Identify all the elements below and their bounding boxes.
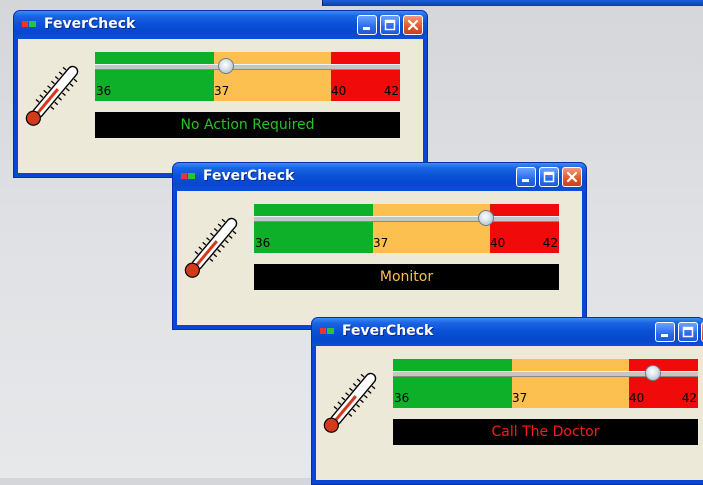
client-area: 36 37 40 42 No Action Required: [18, 39, 423, 173]
app-icon: [181, 173, 195, 179]
minimize-icon: [661, 334, 668, 337]
tick-label: 36: [394, 391, 410, 405]
zone-normal: [254, 204, 373, 253]
slider-thumb[interactable]: [217, 58, 234, 74]
window-title: FeverCheck: [44, 16, 136, 32]
status-display: Call The Doctor: [393, 419, 698, 445]
zone-normal: [95, 52, 214, 101]
client-area: 36 37 40 42 Monitor: [177, 191, 582, 325]
tick-label: 40: [629, 391, 645, 405]
close-button[interactable]: [403, 15, 423, 35]
tick-label: 42: [383, 84, 399, 98]
minimize-icon: [363, 27, 370, 30]
maximize-button[interactable]: [380, 15, 400, 35]
tick-label: 42: [681, 391, 697, 405]
maximize-button[interactable]: [539, 167, 559, 187]
thermometer-icon: [323, 372, 377, 433]
title-bar[interactable]: FeverCheck: [14, 11, 427, 39]
client-area: 36 37 40 42 Call The Doctor: [316, 346, 703, 480]
zone-normal: [393, 359, 512, 408]
fevercheck-window-3[interactable]: FeverCheck 36 37 40 42 Call The Doctor: [311, 317, 703, 485]
temperature-scale: 36 37 40 42: [393, 359, 698, 408]
thermometer-icon: [25, 65, 79, 126]
close-icon: [566, 171, 578, 183]
tick-label: 37: [512, 391, 528, 405]
fevercheck-window-2[interactable]: FeverCheck 36 37 40 42 Monitor: [172, 162, 587, 330]
minimize-button[interactable]: [655, 322, 675, 342]
minimize-button[interactable]: [516, 167, 536, 187]
maximize-icon: [682, 326, 694, 338]
temperature-scale: 36 37 40 42: [95, 52, 400, 101]
title-bar[interactable]: FeverCheck: [312, 318, 703, 346]
tick-label: 40: [331, 84, 347, 98]
close-icon: [407, 19, 419, 31]
app-icon: [22, 21, 36, 27]
window-title: FeverCheck: [342, 323, 434, 339]
zone-monitor: [512, 359, 629, 408]
window-title: FeverCheck: [203, 168, 295, 184]
zone-monitor: [373, 204, 490, 253]
close-button[interactable]: [562, 167, 582, 187]
tick-label: 37: [214, 84, 230, 98]
title-bar[interactable]: FeverCheck: [173, 163, 586, 191]
slider-track[interactable]: [95, 64, 400, 70]
maximize-icon: [543, 171, 555, 183]
maximize-button[interactable]: [678, 322, 698, 342]
tick-label: 36: [96, 84, 112, 98]
temperature-scale: 36 37 40 42: [254, 204, 559, 253]
minimize-icon: [522, 179, 529, 182]
background-window-edge: [322, 0, 703, 6]
maximize-icon: [384, 19, 396, 31]
status-display: Monitor: [254, 264, 559, 290]
tick-label: 36: [255, 236, 271, 250]
minimize-button[interactable]: [357, 15, 377, 35]
status-display: No Action Required: [95, 112, 400, 138]
slider-thumb[interactable]: [478, 210, 495, 226]
tick-label: 42: [542, 236, 558, 250]
slider-track[interactable]: [254, 216, 559, 222]
app-icon: [320, 328, 334, 334]
thermometer-icon: [184, 217, 238, 278]
tick-label: 40: [490, 236, 506, 250]
fevercheck-window-1[interactable]: FeverCheck 36 37 40 42 No Action Require…: [13, 10, 428, 178]
tick-label: 37: [373, 236, 389, 250]
